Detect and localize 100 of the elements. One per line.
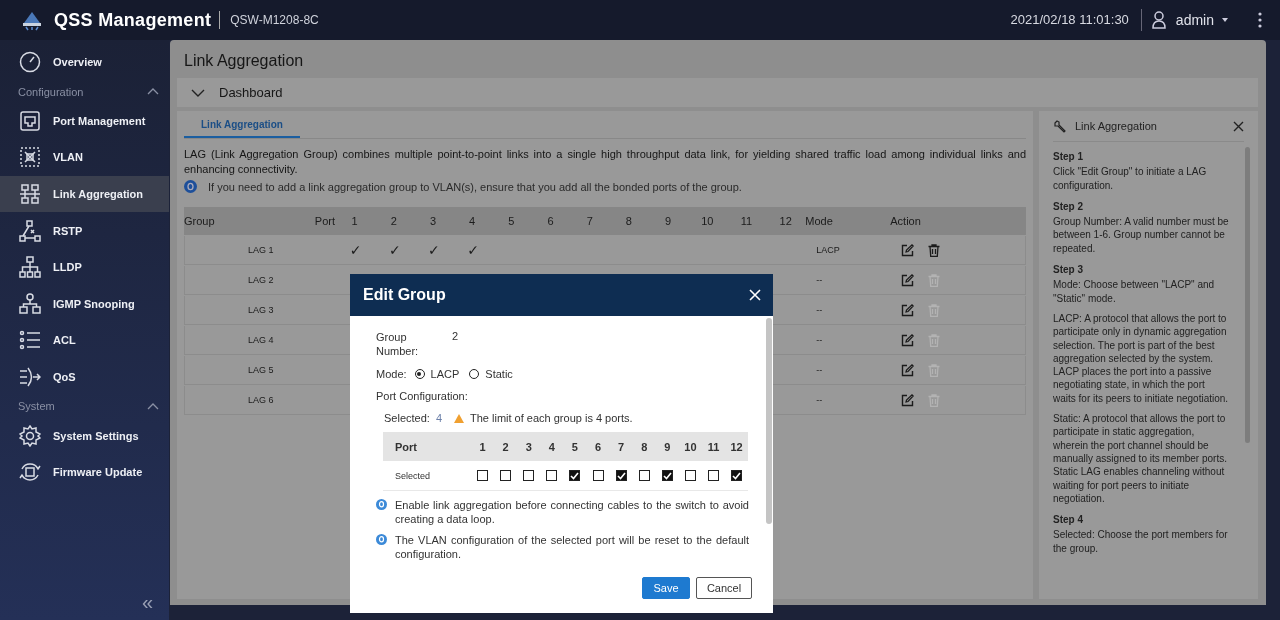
sidebar-item[interactable]: RSTP: [0, 212, 169, 249]
info-icon: [184, 180, 197, 193]
gauge-icon: [19, 51, 41, 74]
column-header: 2: [501, 440, 510, 453]
sidebar-item[interactable]: Port Management: [0, 102, 169, 140]
scrollbar[interactable]: [1245, 147, 1250, 443]
checkbox[interactable]: [477, 470, 489, 481]
column-header: Port: [313, 215, 335, 227]
checkbox[interactable]: [661, 470, 673, 481]
check-mark: ✓: [349, 242, 362, 258]
section-header[interactable]: Configuration: [0, 80, 169, 103]
help-paragraph: Group Number: A valid number must be between 1-6. Group number cannot be repeated.: [1053, 215, 1230, 256]
edit-icon[interactable]: [901, 273, 915, 287]
sidebar-item[interactable]: QoS: [0, 358, 169, 396]
checkbox[interactable]: [569, 470, 581, 481]
column-header: Port: [394, 440, 418, 453]
table-cell-text: --: [815, 395, 824, 405]
lldp-icon: [19, 256, 41, 279]
app-title: QSS Management: [54, 11, 221, 29]
step-heading: Step 2: [1053, 199, 1084, 214]
radio-label: LACP: [430, 368, 460, 380]
column-header: 4: [547, 440, 556, 453]
help-paragraph: Static: A protocol that allows the port to participate in static aggregation, wherein the port channel should be manually assigned to its member ports. Static LAG enables channeling without waiting for port peers to initiate negotiation.: [1053, 412, 1228, 506]
edit-icon[interactable]: [901, 393, 915, 407]
warning-icon: [454, 413, 464, 423]
model-name: QSW-M1208-8C: [230, 13, 319, 27]
help-paragraph: Selected: Choose the port members for the group.: [1053, 528, 1229, 555]
checkbox[interactable]: [500, 470, 512, 481]
save-button[interactable]: Save: [642, 577, 690, 599]
note-text: If you need to add a link aggregation group to VLAN(s), ensure that you add all the bonded ports of the group.: [208, 180, 742, 193]
column-header: 2: [389, 215, 398, 227]
checkbox[interactable]: [523, 470, 535, 481]
column-header: 5: [507, 215, 516, 227]
table-cell-text: LAG 2: [247, 275, 275, 285]
cancel-button[interactable]: Cancel: [696, 577, 752, 599]
column-header: 3: [524, 440, 533, 453]
igmp-icon: [19, 292, 41, 315]
edit-icon[interactable]: [901, 363, 915, 377]
column-header: 1: [350, 215, 359, 227]
row-label: Selected: [394, 470, 432, 481]
selected-label: Selected:: [384, 412, 430, 424]
acl-icon: [19, 329, 41, 352]
sidebar-item[interactable]: IGMP Snooping: [0, 285, 169, 323]
column-header: 3: [428, 215, 438, 227]
sidebar-item[interactable]: LLDP: [0, 248, 169, 286]
checkbox[interactable]: [731, 470, 743, 481]
close-icon[interactable]: [1233, 120, 1244, 132]
dashboard-bar[interactable]: Dashboard: [177, 78, 1258, 107]
column-header: 11: [706, 440, 721, 453]
rstp-icon: [19, 219, 41, 242]
sidebar-item[interactable]: ACL: [0, 322, 169, 359]
more-icon[interactable]: [1258, 12, 1262, 28]
edit-icon[interactable]: [901, 333, 915, 347]
table-cell-text: LAG 6: [247, 395, 275, 405]
edit-icon[interactable]: [901, 303, 915, 317]
checkbox[interactable]: [638, 470, 650, 481]
qos-icon: [19, 366, 41, 389]
sidebar-item[interactable]: Link Aggregation: [0, 175, 169, 213]
column-header: 4: [468, 215, 477, 227]
column-header: 6: [546, 215, 555, 227]
table-cell-text: --: [815, 305, 824, 315]
scrollbar[interactable]: [766, 318, 772, 524]
edit-icon[interactable]: [901, 243, 915, 257]
checkbox[interactable]: [708, 470, 719, 481]
sidebar-item[interactable]: Firmware Update: [0, 453, 169, 491]
checkbox[interactable]: [615, 470, 627, 481]
page-title: Link Aggregation: [184, 52, 305, 70]
table-cell-text: LAG 4: [247, 335, 275, 345]
collapse-sidebar-button[interactable]: «: [139, 592, 155, 612]
column-header: Mode: [805, 215, 834, 227]
sidebar-item[interactable]: System Settings: [0, 417, 169, 454]
table-cell-text: LAG 5: [247, 365, 275, 375]
chevron-icon: [191, 88, 205, 97]
table-cell-text: --: [815, 335, 824, 345]
vlan-icon: [19, 146, 41, 169]
check-mark: ✓: [388, 242, 401, 258]
sidebar-item[interactable]: VLAN: [0, 139, 169, 176]
info-icon: [376, 499, 387, 510]
checkbox[interactable]: [684, 470, 696, 481]
chevron-icon: [147, 88, 159, 96]
user-menu[interactable]: admin: [1175, 12, 1228, 28]
sidebar-item[interactable]: Overview: [0, 44, 169, 81]
section-header[interactable]: System: [0, 395, 169, 418]
column-header: Group: [184, 215, 216, 227]
field-label: Group Number:: [376, 330, 420, 358]
checkbox[interactable]: [592, 470, 604, 481]
help-title: Link Aggregation: [1075, 120, 1157, 132]
column-header: 7: [617, 440, 626, 453]
check-mark: ✓: [428, 242, 440, 258]
column-header: 12: [778, 215, 793, 227]
wrench-icon: [1053, 119, 1067, 133]
column-header: 9: [664, 215, 673, 227]
trash-icon[interactable]: [928, 243, 941, 257]
column-header: 9: [663, 440, 672, 453]
column-header: 10: [700, 215, 715, 227]
checkbox[interactable]: [546, 470, 558, 481]
table-cell-text: --: [815, 365, 824, 375]
column-header: 12: [729, 440, 744, 453]
column-header: 5: [570, 440, 579, 453]
date-time: 2021/02/18 11:01:30: [1010, 9, 1142, 31]
